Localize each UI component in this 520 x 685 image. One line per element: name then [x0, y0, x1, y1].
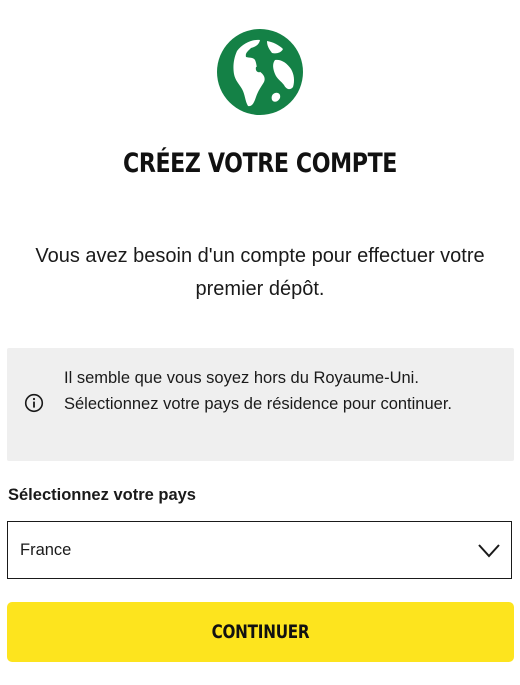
globe-icon [215, 27, 305, 117]
page-title: CRÉEZ VOTRE COMPTE [122, 148, 398, 179]
page-subtitle: Vous avez besoin d'un compte pour effect… [35, 245, 485, 300]
country-select-label: Sélectionnez votre pays [8, 486, 196, 504]
location-notice: Il semble que vous soyez hors du Royaume… [7, 348, 514, 461]
chevron-down-icon [477, 540, 501, 560]
country-select-value: France [20, 541, 72, 559]
notice-text: Il semble que vous soyez hors du Royaume… [64, 369, 452, 413]
info-icon [24, 393, 44, 413]
country-select[interactable]: France [7, 521, 512, 579]
continue-button-label: CONTINUER [211, 621, 310, 643]
continue-button[interactable]: CONTINUER [7, 602, 514, 662]
